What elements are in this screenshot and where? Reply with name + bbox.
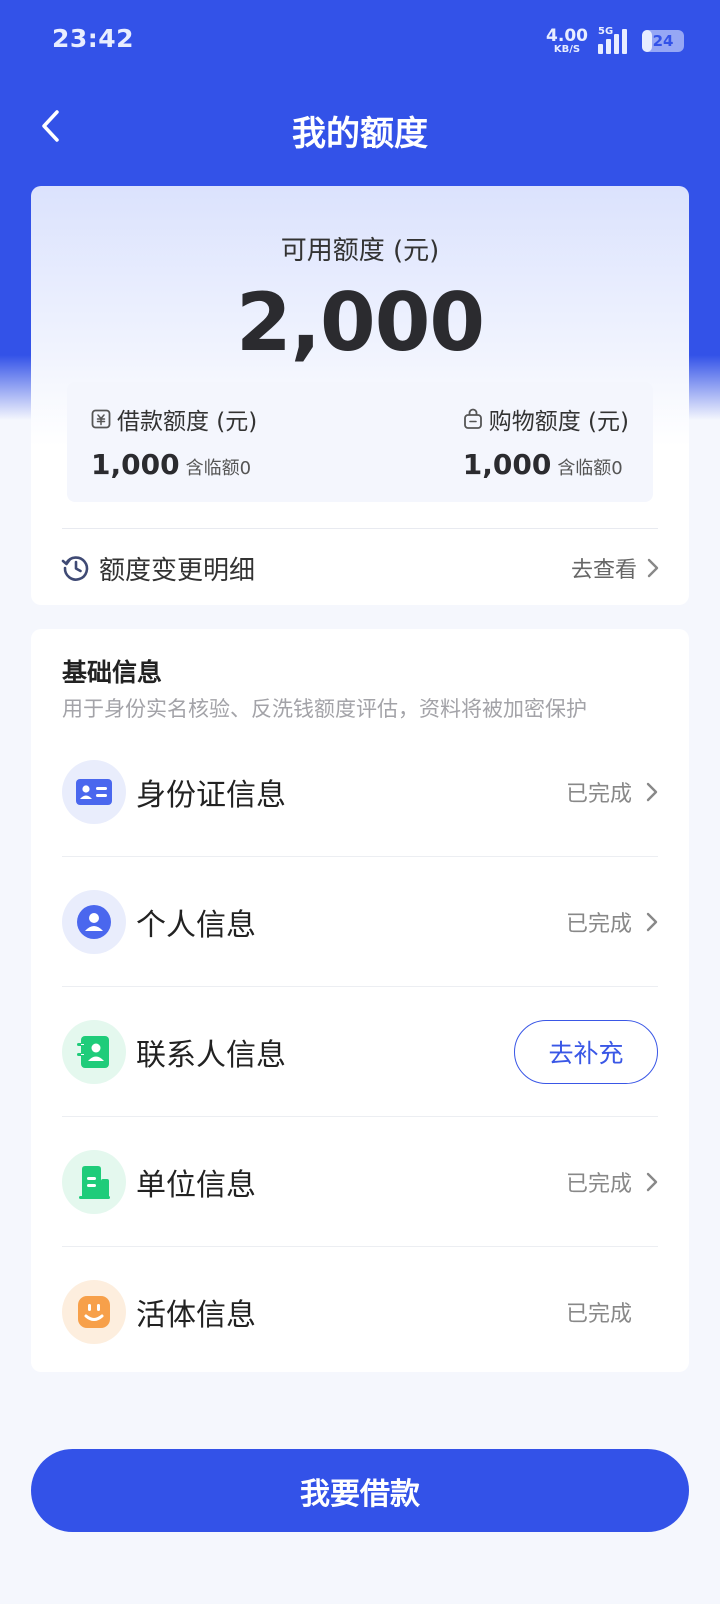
info-label: 单位信息 (136, 1168, 256, 1203)
info-row-id-card[interactable]: 身份证信息 已完成 (62, 727, 658, 857)
divider (62, 528, 658, 529)
sub-quota-box: 借款额度 (元) 1,000 含临额0 购物额度 (元) 1,000 含临额0 (67, 382, 653, 502)
status-indicators: 4.00 KB/S 5G 24 (546, 26, 684, 56)
basic-info-subtitle: 用于身份实名核验、反洗钱额度评估，资料将被加密保护 (62, 697, 587, 721)
info-row-contacts[interactable]: 联系人信息 去补充 (62, 987, 658, 1117)
available-quota-amount: 2,000 (235, 276, 485, 369)
status-bar: 23:42 4.00 KB/S 5G 24 (0, 0, 720, 84)
info-row-company[interactable]: 单位信息 已完成 (62, 1117, 658, 1247)
status-text: 已完成 (565, 1302, 632, 1327)
info-label: 个人信息 (136, 908, 256, 943)
available-quota-label: 可用额度 (元) (280, 236, 440, 266)
status-done: 已完成 (566, 1296, 632, 1328)
info-label: 身份证信息 (136, 778, 286, 813)
info-row-liveness[interactable]: 活体信息 已完成 (62, 1247, 658, 1377)
loan-quota-amount: 1,000 (91, 448, 180, 481)
view-detail-label: 去查看 (570, 558, 637, 583)
status-done: 已完成 (566, 776, 658, 808)
status-done: 已完成 (566, 906, 658, 938)
shopping-quota-label: 购物额度 (元) (488, 409, 629, 435)
network-type: 5G (598, 26, 614, 37)
quota-change-label: 额度变更明细 (99, 555, 256, 586)
battery-icon: 24 (642, 30, 684, 52)
network-speed-unit: KB/S (553, 43, 581, 55)
network-speed: 4.00 KB/S (546, 25, 588, 55)
info-label: 联系人信息 (136, 1038, 286, 1073)
basic-info-title: 基础信息 (62, 658, 163, 687)
chevron-right-icon (646, 912, 658, 932)
borrow-button[interactable]: 我要借款 (31, 1449, 689, 1532)
status-text: 已完成 (565, 1172, 632, 1197)
history-icon (61, 556, 89, 581)
battery-level: 24 (652, 32, 674, 50)
shopping-quota-note: 含临额0 (557, 458, 623, 479)
nav-bar: 我的额度 (0, 94, 720, 160)
shopping-quota-amount: 1,000 (462, 448, 552, 481)
status-text: 已完成 (565, 912, 632, 937)
network-speed-value: 4.00 (546, 25, 588, 46)
info-row-personal[interactable]: 个人信息 已完成 (62, 857, 658, 987)
page-title: 我的额度 (292, 114, 428, 154)
chevron-right-icon (647, 558, 659, 578)
loan-quota-note: 含临额0 (185, 458, 252, 479)
money-bill-icon (91, 409, 111, 429)
person-icon (62, 890, 126, 954)
quota-card: 可用额度 (元) 2,000 借款额度 (元) 1,000 含临额0 购物额度 … (31, 186, 689, 605)
loan-quota: 借款额度 (元) 1,000 含临额0 (91, 402, 257, 481)
basic-info-card: 基础信息 用于身份实名核验、反洗钱额度评估，资料将被加密保护 身份证信息 已完成 (31, 629, 689, 1372)
id-card-icon (62, 760, 126, 824)
contact-book-icon (62, 1020, 126, 1084)
status-text: 已完成 (565, 782, 632, 807)
shopping-quota: 购物额度 (元) 1,000 含临额0 (463, 402, 629, 481)
supplement-button[interactable]: 去补充 (514, 1020, 658, 1084)
status-done: 已完成 (566, 1166, 658, 1198)
status-time: 23:42 (52, 24, 135, 53)
view-detail-link[interactable]: 去查看 (571, 552, 659, 584)
building-icon (62, 1150, 126, 1214)
face-icon (62, 1280, 126, 1344)
signal-icon: 5G (598, 26, 632, 54)
quota-change-detail-row[interactable]: 额度变更明细 去查看 (61, 532, 659, 604)
shopping-bag-icon (463, 408, 482, 429)
info-label: 活体信息 (136, 1298, 256, 1333)
chevron-right-icon (646, 782, 658, 802)
loan-quota-label: 借款额度 (元) (117, 409, 258, 435)
chevron-right-icon (646, 1172, 658, 1192)
